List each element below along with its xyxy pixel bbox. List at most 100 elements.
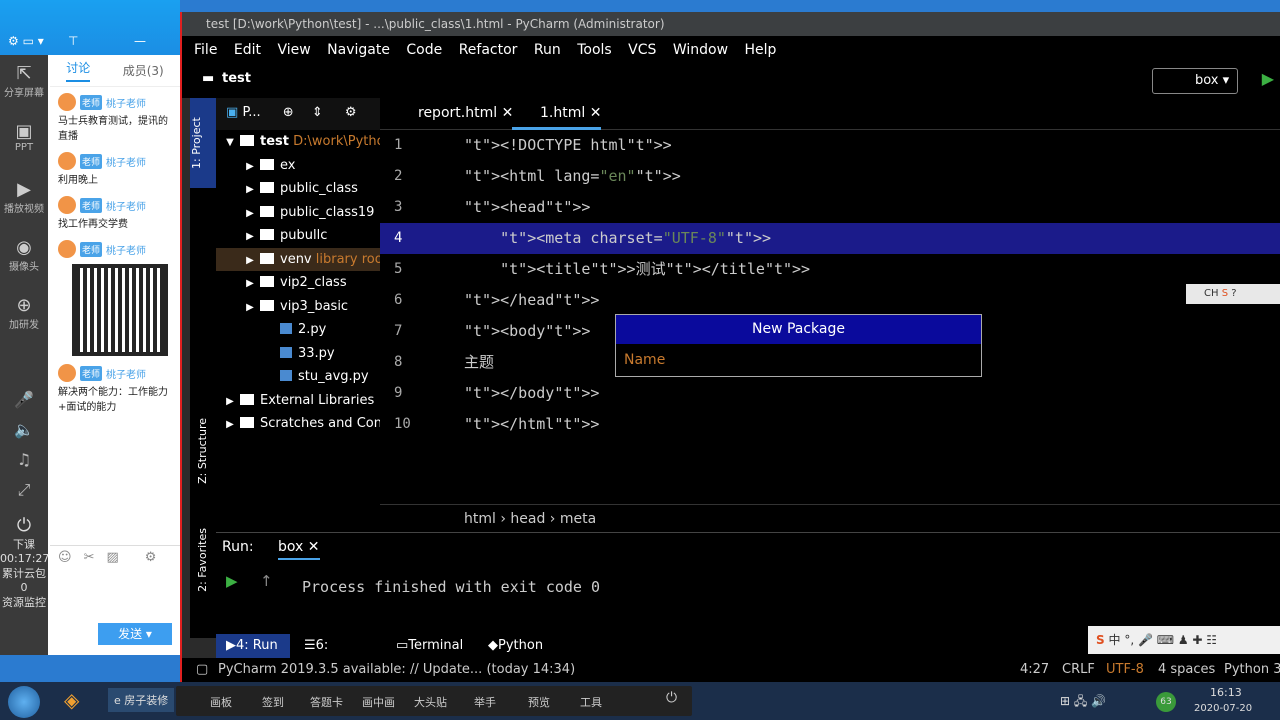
help-icon[interactable]: ? bbox=[1231, 288, 1236, 299]
menu-navigate[interactable]: Navigate bbox=[327, 42, 390, 58]
favorites-tool-button[interactable]: 2: Favorites bbox=[196, 528, 209, 592]
interpreter[interactable]: Python 3 bbox=[1224, 658, 1280, 682]
menu-file[interactable]: File bbox=[194, 42, 217, 58]
toolbar-item[interactable]: 工具 bbox=[580, 694, 602, 710]
code-line[interactable]: "t"><title"t">>测试"t"></title"t">> bbox=[456, 254, 1280, 285]
run-config-select[interactable]: box ▾ bbox=[1152, 68, 1238, 94]
target-icon[interactable]: ⊕ bbox=[283, 105, 294, 120]
tree-item[interactable]: ▶ External Libraries bbox=[216, 389, 380, 413]
run-tool-tab[interactable]: ▶ 4: Run bbox=[216, 634, 290, 658]
chevron-right-icon[interactable]: ▶ bbox=[240, 272, 260, 295]
toolbar-item[interactable]: 画中画 bbox=[362, 694, 395, 710]
terminal-tool-tab[interactable]: ▭ Terminal bbox=[396, 634, 463, 658]
close-icon[interactable]: ✕ bbox=[590, 105, 602, 121]
project-view-select[interactable]: P... bbox=[242, 105, 260, 120]
tab-discussion[interactable]: 讨论 bbox=[66, 59, 91, 82]
end-class-button[interactable]: 下课 bbox=[0, 536, 48, 552]
rerun-icon[interactable]: ▶ bbox=[226, 572, 238, 590]
toolbar-item[interactable]: 签到 bbox=[262, 694, 284, 710]
toolbar-item[interactable]: 预览 bbox=[528, 694, 550, 710]
pin-icon[interactable]: ⊤ bbox=[68, 34, 78, 48]
menu-code[interactable]: Code bbox=[406, 42, 442, 58]
code-line[interactable]: "t"><html lang="en""t">> bbox=[456, 161, 1280, 192]
breadcrumb-html[interactable]: html bbox=[464, 511, 496, 527]
settings-icon[interactable]: ⚙ bbox=[145, 550, 157, 565]
send-button[interactable]: 发送 ▾ bbox=[98, 623, 172, 645]
code-line[interactable]: "t"></html"t">> bbox=[456, 409, 1280, 440]
tree-item[interactable]: ▶ pubullc bbox=[216, 224, 380, 248]
up-arrow-icon[interactable]: ↑ bbox=[260, 572, 273, 590]
code-line[interactable]: "t"></head"t">> bbox=[456, 285, 1280, 316]
menu-view[interactable]: View bbox=[277, 42, 310, 58]
tree-item[interactable]: ▶ vip3_basic bbox=[216, 295, 380, 319]
chevron-right-icon[interactable]: ▶ bbox=[240, 249, 260, 272]
status-message[interactable]: PyCharm 2019.3.5 available: // Update...… bbox=[218, 658, 575, 682]
code-line[interactable]: "t"><head"t">> bbox=[456, 192, 1280, 223]
sidebar-video[interactable]: ▶ 播放视频 bbox=[0, 171, 48, 229]
microphone-icon[interactable]: 🎤 bbox=[0, 385, 48, 415]
tree-item[interactable]: 33.py bbox=[216, 342, 380, 366]
python-console-tool-tab[interactable]: ◆ Python Console bbox=[488, 634, 550, 677]
emoji-icon[interactable]: ☺ bbox=[58, 550, 72, 565]
sidebar-share[interactable]: ⇱ 分享屏幕 bbox=[0, 55, 48, 113]
scissors-icon[interactable]: ✂ bbox=[84, 550, 95, 565]
toolbar-item[interactable]: 答题卡 bbox=[310, 694, 343, 710]
tree-item[interactable]: ▶ Scratches and Con bbox=[216, 412, 380, 436]
app-icon[interactable]: ◈ bbox=[64, 688, 79, 712]
chevron-right-icon[interactable]: ▶ bbox=[220, 413, 240, 436]
line-separator[interactable]: CRLF bbox=[1062, 658, 1095, 682]
sidebar-camera[interactable]: ◉ 摄像头 bbox=[0, 229, 48, 287]
breadcrumb-meta[interactable]: meta bbox=[560, 511, 596, 527]
speaker-icon[interactable]: 🔈 bbox=[0, 415, 48, 445]
tray-icons[interactable]: ⊞ 🖧 🔊 bbox=[1060, 692, 1106, 713]
tree-item[interactable]: ▼ test D:\work\Pytho bbox=[216, 130, 380, 154]
menu-run[interactable]: Run bbox=[534, 42, 561, 58]
close-icon[interactable]: ✕ bbox=[308, 539, 320, 555]
gear-icon[interactable]: ⚙ bbox=[345, 105, 357, 120]
sidebar-ppt[interactable]: ▣ PPT bbox=[0, 113, 48, 171]
chevron-down-icon[interactable]: ▼ bbox=[220, 131, 240, 154]
indent-setting[interactable]: 4 spaces bbox=[1158, 658, 1215, 682]
minimize-icon[interactable]: — bbox=[134, 34, 146, 48]
menu-vcs[interactable]: VCS bbox=[628, 42, 656, 58]
menu-edit[interactable]: Edit bbox=[234, 42, 261, 58]
music-icon[interactable]: ♫ bbox=[0, 445, 48, 475]
fullscreen-icon[interactable]: ⤢ bbox=[0, 475, 48, 505]
chevron-down-icon[interactable]: ▾ bbox=[146, 627, 152, 641]
tree-item[interactable]: ▶ ex bbox=[216, 154, 380, 178]
breadcrumb-head[interactable]: head bbox=[510, 511, 545, 527]
code-line[interactable]: "t"></body"t">> bbox=[456, 378, 1280, 409]
tray-badge-icon[interactable]: 63 bbox=[1156, 692, 1176, 712]
tree-item[interactable]: ▶ public_class bbox=[216, 177, 380, 201]
toolbar-item[interactable]: 画板 bbox=[210, 694, 232, 710]
tab-members[interactable]: 成员(3) bbox=[123, 62, 164, 79]
code-line[interactable]: "t"><meta charset="UTF-8""t">> bbox=[456, 223, 1280, 254]
chevron-right-icon[interactable]: ▶ bbox=[240, 296, 260, 319]
tab-1-html[interactable]: 1.html ✕ bbox=[512, 98, 602, 130]
menu-help[interactable]: Help bbox=[745, 42, 777, 58]
package-name-input[interactable]: Name bbox=[616, 344, 981, 376]
clock-date[interactable]: 2020-07-20 bbox=[1194, 703, 1252, 714]
tree-item[interactable]: ▶ public_class19 bbox=[216, 201, 380, 225]
toolbar-item[interactable]: 大头贴 bbox=[414, 694, 447, 710]
sidebar-add[interactable]: ⊕ 加研发 bbox=[0, 287, 48, 345]
collapse-icon[interactable]: ⇕ bbox=[312, 105, 323, 120]
chevron-right-icon[interactable]: ▶ bbox=[240, 225, 260, 248]
ime-toolbar[interactable]: CH S ? bbox=[1186, 284, 1280, 304]
chevron-right-icon[interactable]: ▶ bbox=[240, 202, 260, 225]
menu-tools[interactable]: Tools bbox=[577, 42, 612, 58]
taskbar-app-button[interactable]: e 房子装修 bbox=[108, 688, 175, 712]
todo-tool-tab[interactable]: ☰ 6: TODO bbox=[304, 634, 354, 677]
tree-item[interactable]: ▶ venv library roo bbox=[216, 247, 380, 272]
structure-tool-button[interactable]: Z: Structure bbox=[196, 418, 209, 484]
project-breadcrumb[interactable]: test bbox=[222, 71, 251, 86]
start-button[interactable] bbox=[8, 686, 40, 718]
tree-item[interactable]: stu_avg.py bbox=[216, 365, 380, 389]
chevron-right-icon[interactable]: ▶ bbox=[240, 155, 260, 178]
run-tab-box[interactable]: box ✕ bbox=[278, 539, 320, 560]
chevron-right-icon[interactable]: ▶ bbox=[220, 390, 240, 413]
chevron-right-icon[interactable]: ▶ bbox=[240, 178, 260, 201]
image-icon[interactable]: ▨ bbox=[106, 550, 118, 565]
tree-item[interactable]: ▶ vip2_class bbox=[216, 271, 380, 295]
code-line[interactable]: "t"><!DOCTYPE html"t">> bbox=[456, 130, 1280, 161]
